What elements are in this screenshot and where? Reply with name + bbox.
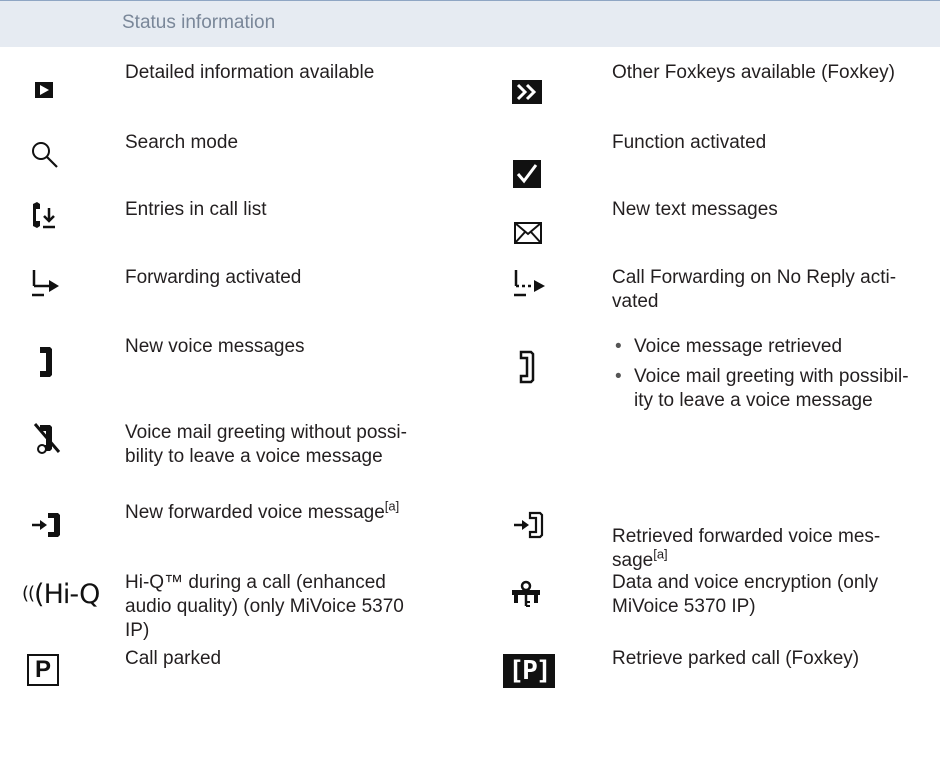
desc-forwarded-retrieved: Retrieved forwarded voice mes- sage[a] [612, 501, 880, 573]
desc-fwd-no-reply: Call Forwarding on No Reply acti- vated [612, 267, 897, 312]
desc-hiq: Hi-Q™ during a call (enhanced audio qual… [125, 572, 404, 641]
play-detail-icon [35, 82, 53, 98]
parked-icon-letter: P [34, 656, 51, 683]
voice-greeting-no-message-icon [33, 423, 61, 454]
footnote-a[interactable]: [a] [385, 499, 399, 514]
table-header: Status information [0, 0, 940, 47]
desc-encryption: Data and voice encryption (only MiVoice … [612, 572, 879, 617]
desc-retrieve-parked: Retrieve parked call (Foxkey) [612, 648, 860, 669]
desc-text-msgs: New text messages [612, 199, 778, 220]
desc-calllist: Entries in call list [125, 199, 267, 220]
parked-icon: P [27, 654, 59, 686]
desc-foxkeys: Other Foxkeys available (Foxkey) [612, 62, 895, 83]
hiq-icon-label: (Hi-Q [34, 579, 100, 610]
envelope-icon [514, 222, 542, 244]
list-item: Voice mail greeting with possibil- ity t… [612, 365, 912, 413]
forwarded-new-text: New forwarded voice message [125, 502, 385, 523]
forwarded-voice-new-icon [32, 513, 60, 537]
desc-search: Search mode [125, 132, 239, 153]
voice-message-retrieved-icon [519, 350, 535, 384]
header-title: Status information [122, 12, 276, 33]
hiq-icon: (((Hi-Q [22, 579, 100, 610]
voice-message-new-icon [40, 347, 52, 377]
call-list-icon [33, 202, 55, 229]
desc-parked: Call parked [125, 648, 222, 669]
retrieve-parked-icon: [P] [503, 654, 555, 688]
retrieve-parked-icon-label: [P] [508, 656, 552, 686]
desc-forwarded-new: New forwarded voice message[a] [125, 499, 399, 525]
desc-forwarding: Forwarding activated [125, 267, 302, 288]
checkmark-icon [513, 160, 541, 188]
desc-greeting-no-msg: Voice mail greeting without possi- bilit… [125, 422, 407, 467]
desc-activated: Function activated [612, 132, 767, 153]
forwarding-icon [32, 270, 59, 297]
forwarded-voice-retrieved-icon [514, 511, 544, 539]
footnote-a[interactable]: [a] [653, 547, 667, 562]
forward-no-reply-icon [514, 270, 545, 297]
encryption-icon [512, 580, 540, 607]
desc-voice-new: New voice messages [125, 336, 305, 357]
more-foxkeys-icon [512, 80, 542, 104]
list-item: Voice message retrieved [612, 335, 912, 359]
desc-detailed: Detailed information available [125, 62, 375, 83]
voice-retrieved-list: Voice message retrieved Voice mail greet… [612, 335, 912, 419]
search-icon [32, 142, 58, 168]
